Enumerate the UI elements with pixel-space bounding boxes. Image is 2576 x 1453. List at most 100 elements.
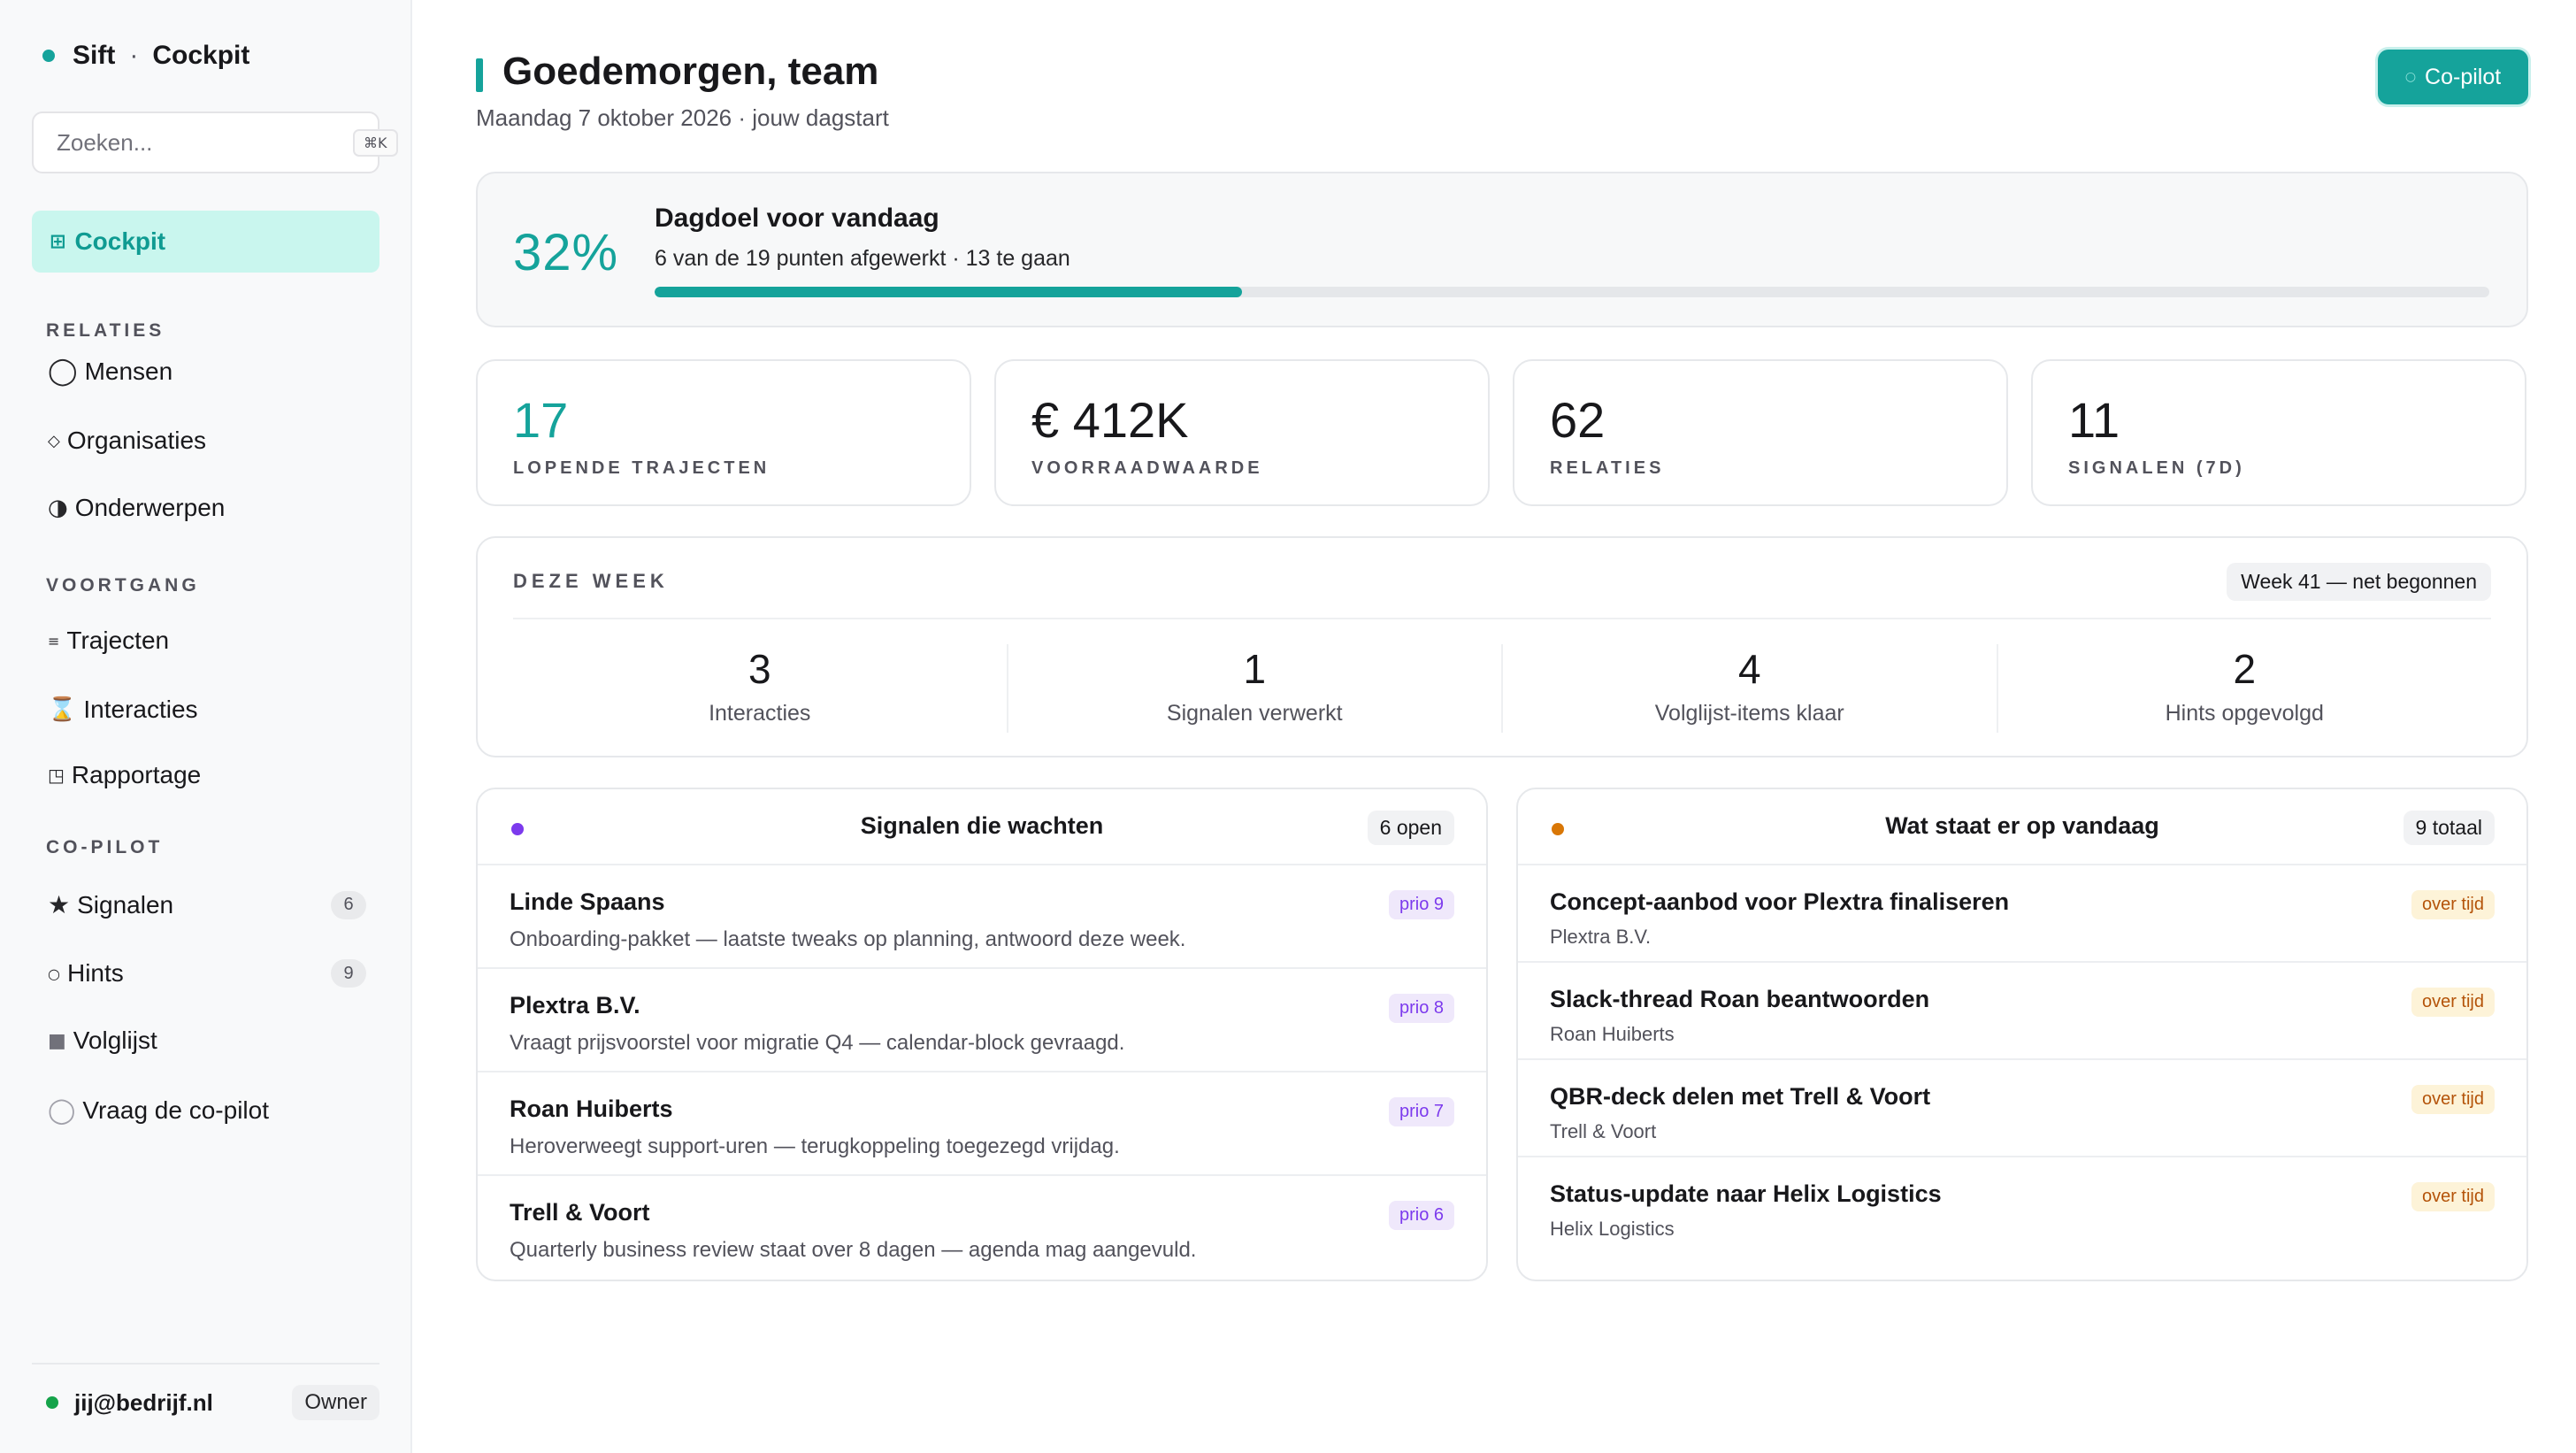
list-item[interactable]: Trell & Voort Quarterly business review … [478, 1176, 1486, 1280]
online-status-icon [46, 1396, 58, 1409]
brand-section: Cockpit [152, 41, 250, 70]
priority-badge: prio 7 [1388, 1097, 1454, 1126]
list-item[interactable]: Roan Huiberts Heroverweegt support-uren … [478, 1072, 1486, 1176]
stat-card-voorraadwaarde[interactable]: € 412K VOORRAADWAARDE [994, 359, 1490, 506]
sidebar-item-label: Volglijst [73, 1026, 157, 1054]
week-metric-value: 3 [748, 646, 771, 692]
brand-separator: · [129, 41, 139, 70]
list-item[interactable]: Status-update naar Helix Logistics Helix… [1518, 1157, 2526, 1255]
stat-label: SIGNALEN (7D) [2068, 458, 2245, 478]
circle-icon: ◯ [48, 356, 78, 387]
sidebar-item-trajecten[interactable]: ≡ Trajecten [48, 627, 366, 655]
sidebar-item-label: Rapportage [71, 761, 202, 788]
list-item[interactable]: Concept-aanbod voor Plextra finaliseren … [1518, 865, 2526, 963]
signals-panel-header: Signalen die wachten 6 open [478, 789, 1486, 865]
week-metric-value: 1 [1243, 646, 1267, 692]
sidebar-item-volglijst[interactable]: ■ Volglijst [48, 1026, 366, 1055]
sidebar-item-cockpit[interactable]: ⊞ Cockpit [32, 211, 380, 273]
sidebar-item-organisaties[interactable]: ◇ Organisaties [48, 427, 366, 455]
sidebar-item-label: Mensen [84, 357, 173, 385]
copilot-button-label: Co-pilot [2425, 64, 2502, 89]
stat-label: RELATIES [1550, 458, 1665, 478]
week-metric-label: Signalen verwerkt [1166, 701, 1343, 726]
goal-progress-fill [655, 287, 1242, 297]
week-summary-card: DEZE WEEK Week 41 — net begonnen 3 Inter… [476, 536, 2528, 757]
goal-progress-track [655, 287, 2489, 297]
page-subtitle: Maandag 7 oktober 2026 · jouw dagstart [476, 104, 889, 131]
task-title: QBR-deck delen met Trell & Voort [1550, 1083, 1931, 1110]
goal-subtitle: 6 van de 19 punten afgewerkt · 13 te gaa… [655, 246, 1070, 271]
task-relation: Roan Huiberts [1550, 1023, 1675, 1045]
signal-detail: Heroverweegt support-uren — terugkoppeli… [510, 1134, 1120, 1158]
stat-card-relaties[interactable]: 62 RELATIES [1513, 359, 2008, 506]
sidebar-item-label: Hints [66, 959, 124, 987]
priority-badge: prio 8 [1388, 994, 1454, 1023]
section-title-relaties: RELATIES [46, 320, 165, 341]
sidebar-item-rapportage[interactable]: ◳ Rapportage [48, 761, 366, 789]
app-root: Sift · Cockpit ⌘K ⊞ Cockpit RELATIES ◯ M… [0, 0, 2576, 1453]
priority-badge: prio 6 [1388, 1201, 1454, 1230]
goal-percentage: 32% [513, 224, 619, 281]
week-metric-value: 4 [1737, 646, 1761, 692]
section-title-voortgang: VOORTGANG [46, 575, 200, 596]
stat-card-signalen-7d[interactable]: 11 SIGNALEN (7D) [2031, 359, 2526, 506]
list-item[interactable]: Plextra B.V. Vraagt prijsvoorstel voor m… [478, 969, 1486, 1072]
search-box[interactable]: ⌘K [32, 111, 398, 173]
copilot-button[interactable]: ○ Co-pilot [2378, 50, 2528, 104]
stat-value: 17 [513, 392, 569, 448]
sidebar-item-onderwerpen[interactable]: ◑ Onderwerpen [48, 494, 366, 522]
sidebar-item-label: Onderwerpen [74, 494, 226, 521]
overdue-badge: over tijd [2411, 1085, 2495, 1114]
list-item[interactable]: QBR-deck delen met Trell & Voort Trell &… [1518, 1060, 2526, 1157]
search-shortcut: ⌘K [353, 128, 398, 157]
stat-value: € 412K [1031, 392, 1189, 448]
sidebar-item-mensen[interactable]: ◯ Mensen [48, 356, 366, 387]
list-item[interactable]: Slack-thread Roan beantwoorden Roan Huib… [1518, 963, 2526, 1060]
week-badge: Week 41 — net begonnen [2227, 563, 2491, 601]
daily-goal-card: 32% Dagdoel voor vandaag 6 van de 19 pun… [476, 172, 2528, 327]
signals-panel: Signalen die wachten 6 open Linde Spaans… [476, 788, 1488, 1281]
signal-name: Plextra B.V. [510, 992, 640, 1019]
stat-value: 11 [2068, 392, 2120, 448]
sidebar-item-label: Trajecten [66, 627, 170, 654]
sidebar-item-hints[interactable]: ○ Hints 9 [48, 959, 366, 988]
square-icon: ■ [48, 1029, 66, 1052]
overdue-badge: over tijd [2411, 1182, 2495, 1211]
circle-outline-icon: ◯ [48, 1096, 76, 1125]
task-title: Slack-thread Roan beantwoorden [1550, 986, 1930, 1012]
signals-panel-title: Signalen die wachten [860, 812, 1104, 839]
week-metric-hints-opgevolgd: 2 Hints opgevolgd [1996, 644, 2492, 733]
title-accent-bar [476, 58, 483, 92]
stat-value: 62 [1550, 392, 1606, 448]
user-account[interactable]: jij@bedrijf.nl Owner [32, 1363, 380, 1441]
sidebar-item-label: Signalen [77, 890, 174, 919]
search-input[interactable] [57, 128, 353, 157]
task-relation: Trell & Voort [1550, 1120, 1657, 1142]
sidebar-item-signalen[interactable]: ★ Signalen 6 [48, 890, 366, 919]
hints-count-badge: 9 [331, 959, 366, 988]
week-metric-label: Interacties [709, 701, 811, 726]
signal-name: Linde Spaans [510, 888, 665, 915]
week-metric-label: Volglijst-items klaar [1654, 701, 1844, 726]
today-panel-header: Wat staat er op vandaag 9 totaal [1518, 789, 2526, 865]
priority-badge: prio 9 [1388, 890, 1454, 919]
sidebar: Sift · Cockpit ⌘K ⊞ Cockpit RELATIES ◯ M… [0, 0, 412, 1453]
half-circle-icon: ◑ [48, 495, 68, 521]
today-count-badge: 9 totaal [2403, 811, 2495, 845]
brand[interactable]: Sift · Cockpit [42, 41, 249, 71]
main-content: Goedemorgen, team Maandag 7 oktober 2026… [412, 0, 2576, 1453]
week-metrics: 3 Interacties 1 Signalen verwerkt 4 Volg… [513, 644, 2491, 733]
list-item[interactable]: Linde Spaans Onboarding-pakket — laatste… [478, 865, 1486, 969]
hourglass-icon: ⌛ [48, 696, 77, 723]
sidebar-item-label: Cockpit [74, 227, 166, 255]
sidebar-item-interacties[interactable]: ⌛ Interacties [48, 696, 366, 724]
sidebar-item-vraag-de-co-pilot[interactable]: ◯ Vraag de co-pilot [48, 1096, 366, 1125]
week-metric-interacties: 3 Interacties [513, 644, 1007, 733]
overdue-badge: over tijd [2411, 890, 2495, 919]
stat-card-lopende-trajecten[interactable]: 17 LOPENDE TRAJECTEN [476, 359, 971, 506]
signal-detail: Vraagt prijsvoorstel voor migratie Q4 — … [510, 1031, 1125, 1055]
user-role-badge: Owner [292, 1385, 380, 1420]
section-title-co-pilot: CO-PILOT [46, 837, 164, 857]
signal-name: Trell & Voort [510, 1199, 650, 1226]
grid-icon: ⊞ [50, 230, 66, 253]
